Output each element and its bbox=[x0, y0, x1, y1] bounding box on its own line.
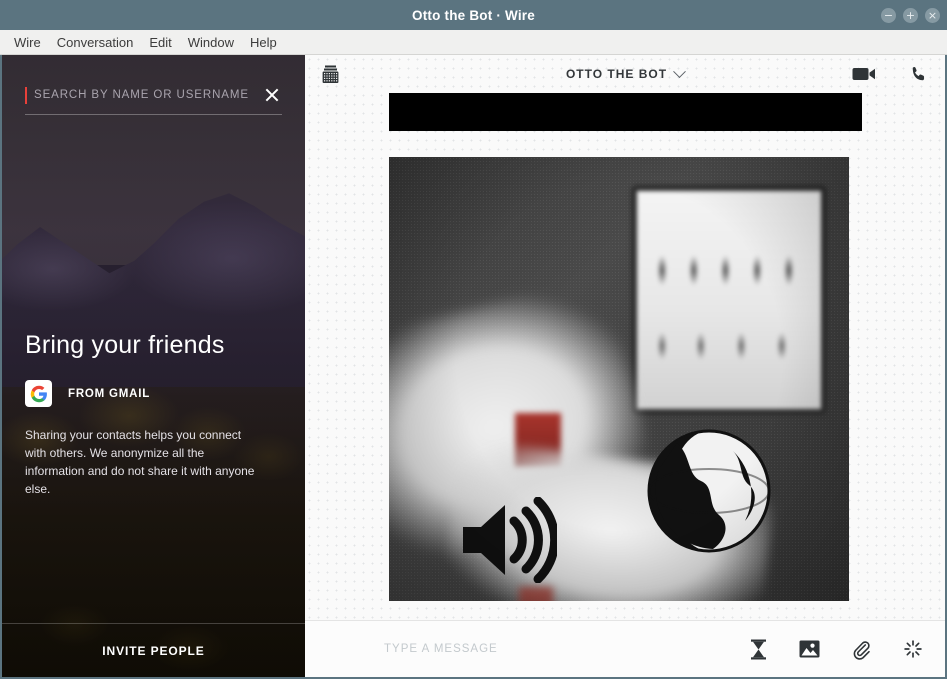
invite-description: Sharing your contacts helps you connect … bbox=[25, 428, 255, 496]
message-item-photo[interactable] bbox=[388, 157, 862, 601]
menu-item-conversation[interactable]: Conversation bbox=[49, 33, 142, 52]
conversation-title[interactable]: OTTO THE BOT bbox=[566, 67, 667, 81]
image-icon[interactable] bbox=[799, 640, 820, 658]
window-title: Otto the Bot · Wire bbox=[412, 7, 535, 23]
composer-actions bbox=[750, 639, 931, 660]
search-caret bbox=[25, 86, 27, 104]
conversation-header-actions bbox=[852, 65, 928, 84]
message-composer bbox=[305, 620, 945, 677]
message-item-black-bar[interactable] bbox=[388, 93, 862, 131]
photo-vignette bbox=[388, 157, 849, 601]
menu-item-window[interactable]: Window bbox=[180, 33, 242, 52]
search-input[interactable] bbox=[34, 89, 254, 101]
black-bar-image[interactable] bbox=[388, 93, 862, 131]
timer-hourglass-icon[interactable] bbox=[750, 639, 767, 660]
window-body: Bring your friends FROM GMAIL bbox=[0, 55, 947, 679]
message-list bbox=[305, 93, 945, 620]
maximize-button[interactable]: + bbox=[903, 7, 918, 23]
chevron-down-icon[interactable] bbox=[673, 64, 686, 78]
window-titlebar: Otto the Bot · Wire − + × bbox=[0, 0, 947, 30]
invite-title: Bring your friends bbox=[25, 331, 225, 359]
menu-item-edit[interactable]: Edit bbox=[141, 33, 179, 52]
from-gmail-button[interactable]: FROM GMAIL bbox=[25, 380, 282, 407]
invite-spacer bbox=[25, 498, 282, 623]
menu-item-help[interactable]: Help bbox=[242, 33, 285, 52]
ping-icon[interactable] bbox=[903, 639, 923, 659]
collections-icon[interactable] bbox=[322, 65, 339, 84]
invite-people-button[interactable]: INVITE PEOPLE bbox=[2, 623, 305, 677]
message-input[interactable] bbox=[305, 643, 750, 655]
from-gmail-label: FROM GMAIL bbox=[68, 387, 151, 400]
conversation-pane: OTTO THE BOT bbox=[305, 55, 945, 677]
paperclip-icon[interactable] bbox=[852, 639, 871, 660]
search-row bbox=[25, 85, 282, 115]
app-window: Otto the Bot · Wire − + × Wire Conversat… bbox=[0, 0, 947, 679]
video-camera-icon[interactable] bbox=[852, 66, 876, 82]
menu-bar: Wire Conversation Edit Window Help bbox=[0, 30, 947, 55]
minimize-button[interactable]: − bbox=[881, 7, 896, 23]
conversation-title-group: OTTO THE BOT bbox=[305, 64, 945, 81]
window-controls: − + × bbox=[881, 0, 940, 30]
phone-icon[interactable] bbox=[909, 65, 928, 84]
sidebar: Bring your friends FROM GMAIL bbox=[2, 55, 305, 677]
close-icon[interactable] bbox=[262, 85, 282, 105]
close-button[interactable]: × bbox=[925, 7, 940, 23]
photo-message[interactable] bbox=[388, 157, 849, 601]
google-g-icon bbox=[25, 380, 52, 407]
conversation-header: OTTO THE BOT bbox=[305, 55, 945, 93]
search-section bbox=[2, 55, 305, 115]
menu-item-wire[interactable]: Wire bbox=[6, 33, 49, 52]
invite-section: Bring your friends FROM GMAIL Sharing yo… bbox=[2, 331, 305, 623]
